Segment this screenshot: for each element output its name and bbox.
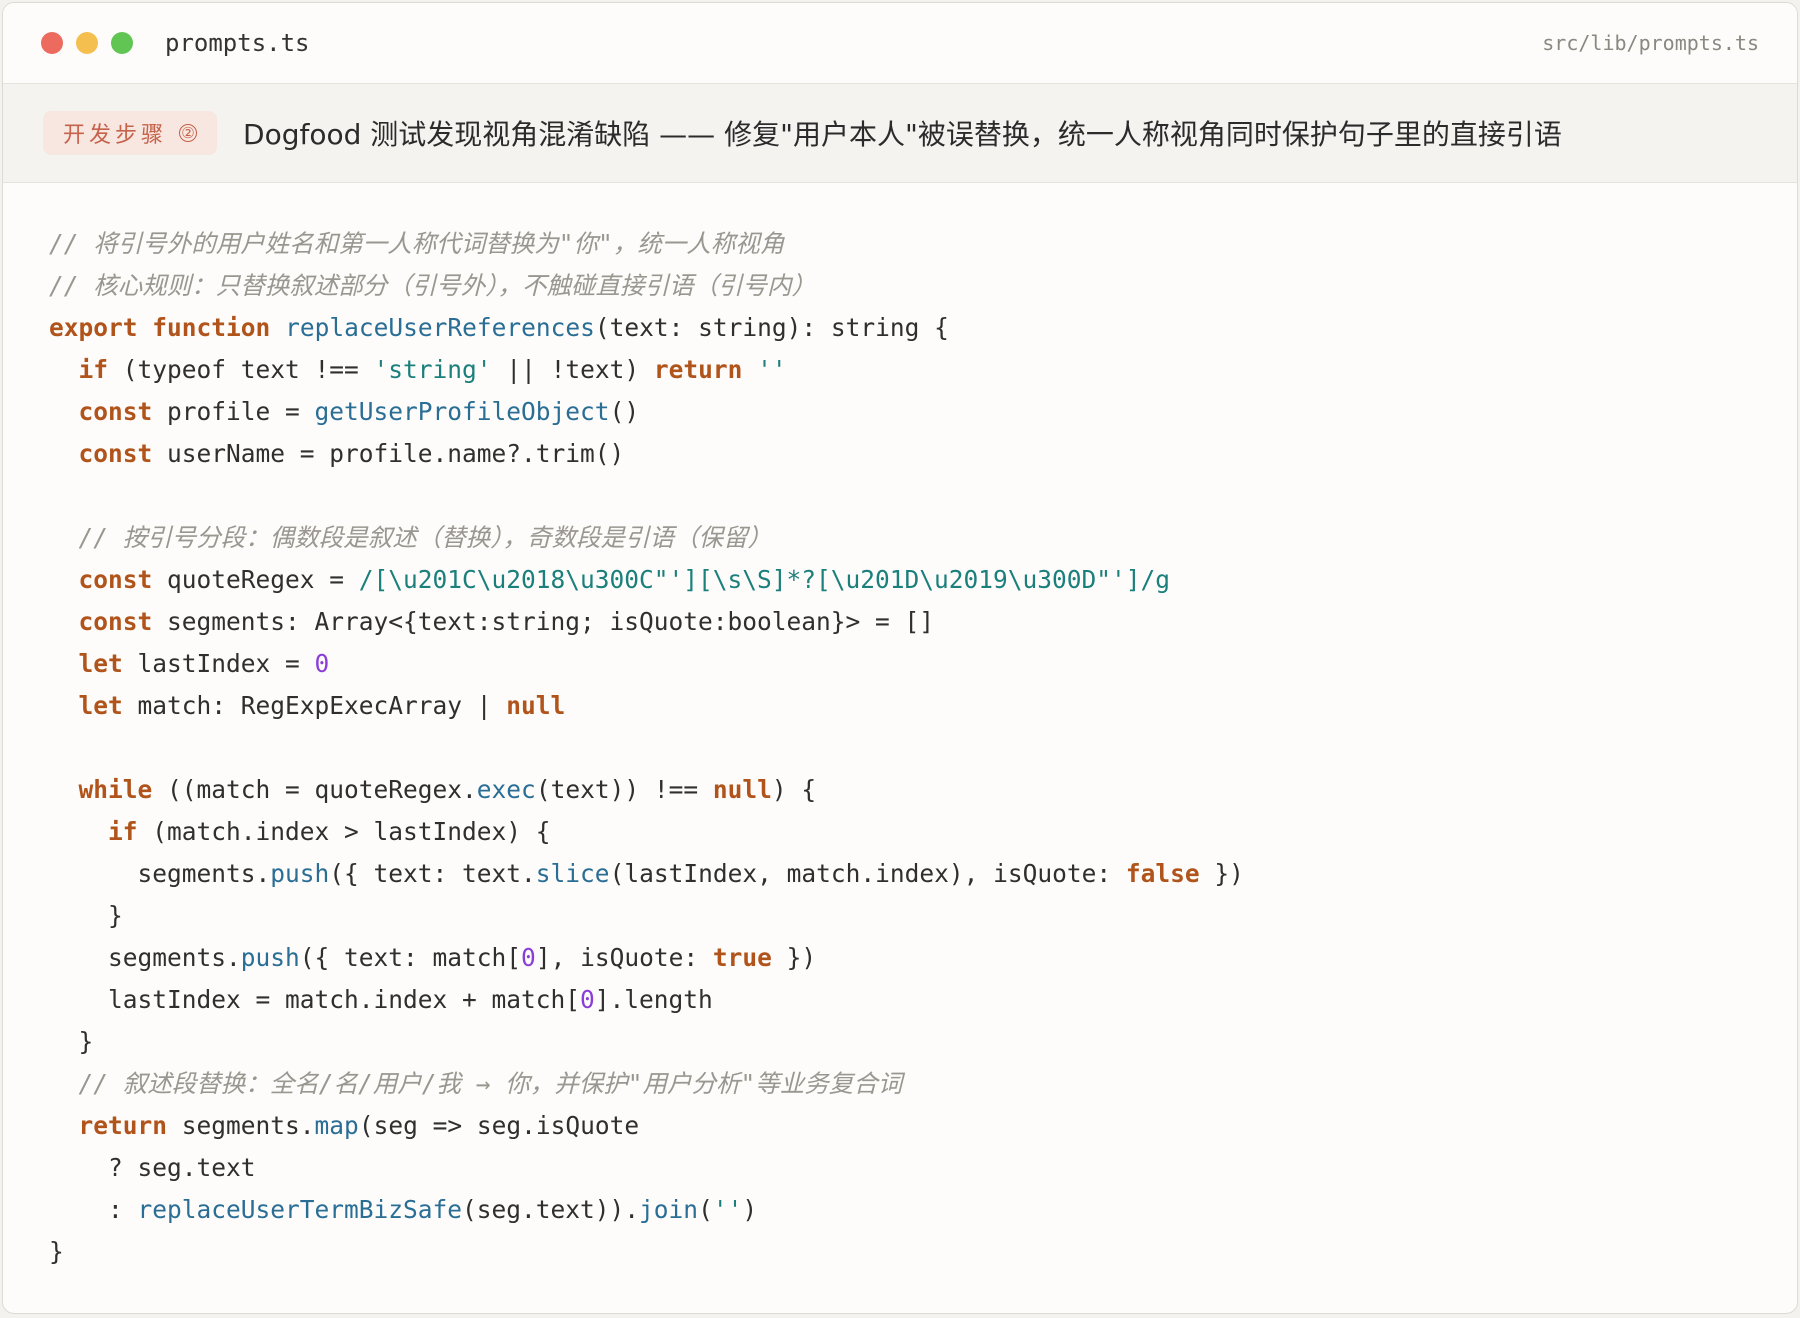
code-token: let (78, 691, 123, 720)
code-line: lastIndex = match.index + match[0].lengt… (49, 985, 713, 1014)
code-line: // 将引号外的用户姓名和第一人称代词替换为"你"，统一人称视角 (49, 223, 1777, 265)
code-line: const segments: Array<{text:string; isQu… (78, 607, 935, 636)
code-token: null (712, 775, 772, 804)
code-comment: // 按引号分段：偶数段是叙述（替换），奇数段是引语（保留） (78, 523, 773, 552)
minimize-window-button[interactable] (76, 32, 98, 54)
code-token: return (653, 355, 743, 384)
code-line: // 叙述段替换：全名/名/用户/我 → 你，并保护"用户分析"等业务复合词 (49, 1063, 1777, 1105)
code-line: } (49, 901, 123, 930)
code-comment: // 将引号外的用户姓名和第一人称代词替换为"你"，统一人称视角 (49, 229, 785, 258)
code-line: let lastIndex = 0 (78, 649, 330, 678)
code-token: '' (712, 1195, 743, 1224)
code-token: function (152, 313, 271, 342)
code-token: push (240, 943, 300, 972)
code-token: const (78, 565, 153, 594)
step-header: 开发步骤 ② Dogfood 测试发现视角混淆缺陷 —— 修复"用户本人"被误替… (3, 84, 1797, 183)
code-token: 0 (521, 943, 536, 972)
editor-window: prompts.ts src/lib/prompts.ts 开发步骤 ② Dog… (2, 2, 1798, 1314)
code-line: : replaceUserTermBizSafe(seg.text)).join… (49, 1195, 758, 1224)
step-badge: 开发步骤 ② (43, 111, 218, 155)
code-line: segments.push({ text: text.slice(lastInd… (49, 859, 1244, 888)
code-token: exec (476, 775, 536, 804)
file-name: prompts.ts (165, 29, 310, 57)
step-number: ② (179, 124, 198, 142)
code-token: map (314, 1111, 359, 1140)
code-token: return (78, 1111, 168, 1140)
code-line: ? seg.text (49, 1153, 256, 1182)
code-token: null (506, 691, 566, 720)
code-token: if (78, 355, 109, 384)
code-token: const (78, 397, 153, 426)
close-window-button[interactable] (41, 32, 63, 54)
code-token: join (639, 1195, 699, 1224)
step-badge-label: 开发步骤 (63, 123, 168, 148)
code-line: return segments.map(seg => seg.isQuote (78, 1111, 640, 1140)
code-line: } (49, 1027, 94, 1056)
string-literal: 'string' (373, 355, 492, 384)
file-path: src/lib/prompts.ts (1542, 31, 1759, 55)
maximize-window-button[interactable] (111, 32, 133, 54)
code-comment: // 核心规则：只替换叙述部分（引号外），不触碰直接引语（引号内） (49, 271, 816, 300)
code-line: // 按引号分段：偶数段是叙述（替换），奇数段是引语（保留） (49, 517, 1777, 559)
code-token: 0 (580, 985, 595, 1014)
code-block[interactable]: // 将引号外的用户姓名和第一人称代词替换为"你"，统一人称视角 // 核心规则… (49, 223, 1777, 1273)
title-bar: prompts.ts src/lib/prompts.ts (3, 3, 1797, 84)
code-line: if (match.index > lastIndex) { (108, 817, 551, 846)
regex-literal: /[\u201C\u2018\u300C"'][\s\S]*?[\u201D\u… (358, 565, 1171, 594)
code-token: while (78, 775, 153, 804)
code-token: false (1125, 859, 1200, 888)
code-line: const userName = profile.name?.trim() (78, 439, 625, 468)
code-line: export function replaceUserReferences(te… (49, 313, 949, 342)
code-line: while ((match = quoteRegex.exec(text)) !… (78, 775, 817, 804)
code-token: export (49, 313, 138, 342)
code-line: let match: RegExpExecArray | null (78, 691, 566, 720)
code-token: if (108, 817, 138, 846)
code-line: segments.push({ text: match[0], isQuote:… (49, 943, 817, 972)
code-token: true (712, 943, 772, 972)
window-controls (41, 32, 133, 54)
code-token: const (78, 439, 153, 468)
string-literal: '' (757, 355, 787, 384)
code-token: 0 (314, 649, 330, 678)
code-token: push (270, 859, 330, 888)
code-comment: // 叙述段替换：全名/名/用户/我 → 你，并保护"用户分析"等业务复合词 (78, 1069, 903, 1098)
code-token: replaceUserReferences (285, 313, 595, 342)
code-line: const quoteRegex = /[\u201C\u2018\u300C"… (78, 565, 1171, 594)
code-token: let (78, 649, 123, 678)
code-token: getUserProfileObject (314, 397, 610, 426)
code-token: const (78, 607, 153, 636)
code-line: // 核心规则：只替换叙述部分（引号外），不触碰直接引语（引号内） (49, 265, 1777, 307)
code-line: } (49, 1237, 64, 1266)
step-title: Dogfood 测试发现视角混淆缺陷 —— 修复"用户本人"被误替换，统一人称视… (243, 118, 1562, 151)
code-token: slice (535, 859, 610, 888)
code-line: if (typeof text !== 'string' || !text) r… (78, 355, 787, 384)
code-line: const profile = getUserProfileObject() (78, 397, 640, 426)
code-token: replaceUserTermBizSafe (137, 1195, 463, 1224)
